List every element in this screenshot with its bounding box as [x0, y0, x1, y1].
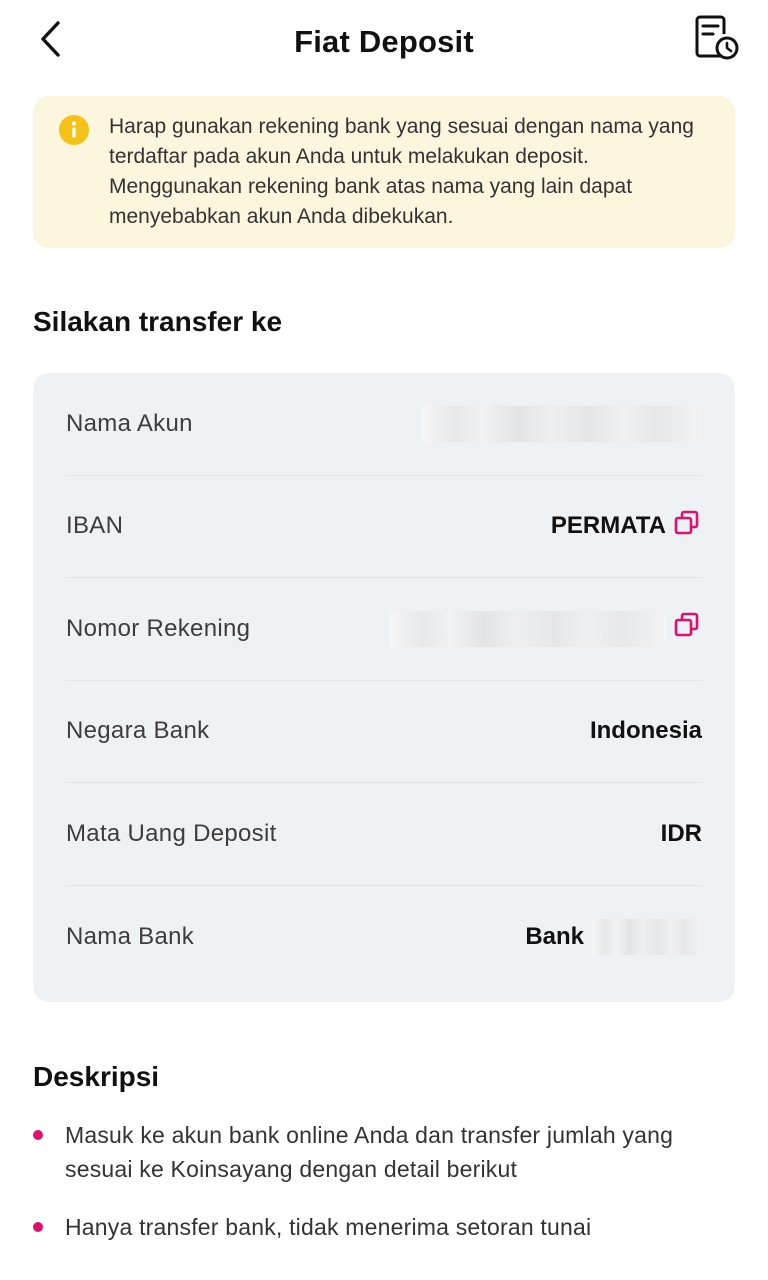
deposit-currency-value: IDR	[660, 819, 702, 847]
transfer-section-title: Silakan transfer ke	[33, 306, 283, 337]
description-list: Masuk ke akun bank online Anda dan trans…	[33, 1118, 735, 1268]
copy-icon	[674, 612, 700, 645]
chevron-left-icon	[38, 19, 64, 64]
row-account-name: Nama Akun	[66, 373, 702, 476]
row-label: Negara Bank	[66, 717, 210, 745]
row-deposit-currency: Mata Uang Deposit IDR	[66, 783, 702, 886]
list-item: Masuk ke akun bank online Anda dan trans…	[33, 1118, 735, 1186]
iban-value: PERMATA	[550, 510, 702, 543]
iban-text: PERMATA	[550, 512, 666, 540]
bullet-dot	[33, 1222, 43, 1232]
copy-icon	[674, 510, 700, 543]
document-clock-icon	[694, 14, 740, 67]
row-label: Nama Bank	[66, 922, 195, 950]
copy-account-number-button[interactable]	[672, 612, 702, 645]
redacted-account-name	[422, 405, 702, 442]
redacted-account-number	[390, 610, 666, 647]
top-bar: Fiat Deposit	[0, 0, 768, 84]
description-text: Masuk ke akun bank online Anda dan trans…	[65, 1122, 674, 1182]
row-label: IBAN	[66, 512, 124, 540]
description-section-title: Deskripsi	[33, 1061, 160, 1092]
notice-text: Harap gunakan rekening bank yang sesuai …	[109, 115, 694, 228]
row-bank-name: Nama Bank Bank	[66, 886, 702, 989]
bank-name-text: Bank	[525, 922, 584, 950]
row-label: Nomor Rekening	[66, 614, 251, 642]
page-title: Fiat Deposit	[294, 24, 474, 59]
bullet-dot	[33, 1130, 43, 1140]
info-icon	[59, 115, 89, 145]
row-label: Mata Uang Deposit	[66, 819, 277, 847]
back-button[interactable]	[28, 18, 74, 64]
list-item: Hanya transfer bank, tidak menerima seto…	[33, 1210, 735, 1244]
bank-details-card: Nama Akun IBAN PERMATA Nomor Rekening Ne…	[33, 373, 735, 1002]
deposit-history-button[interactable]	[692, 14, 742, 66]
warning-notice: Harap gunakan rekening bank yang sesuai …	[33, 96, 735, 248]
redacted-bank-name	[592, 918, 702, 955]
bank-name-value: Bank	[525, 918, 702, 955]
account-number-value	[390, 610, 702, 647]
description-text: Hanya transfer bank, tidak menerima seto…	[65, 1214, 592, 1240]
copy-iban-button[interactable]	[672, 510, 702, 543]
row-label: Nama Akun	[66, 409, 193, 437]
row-iban: IBAN PERMATA	[66, 476, 702, 578]
bank-country-value: Indonesia	[589, 717, 702, 745]
account-name-value	[422, 405, 702, 442]
row-bank-country: Negara Bank Indonesia	[66, 681, 702, 783]
row-account-number: Nomor Rekening	[66, 578, 702, 681]
